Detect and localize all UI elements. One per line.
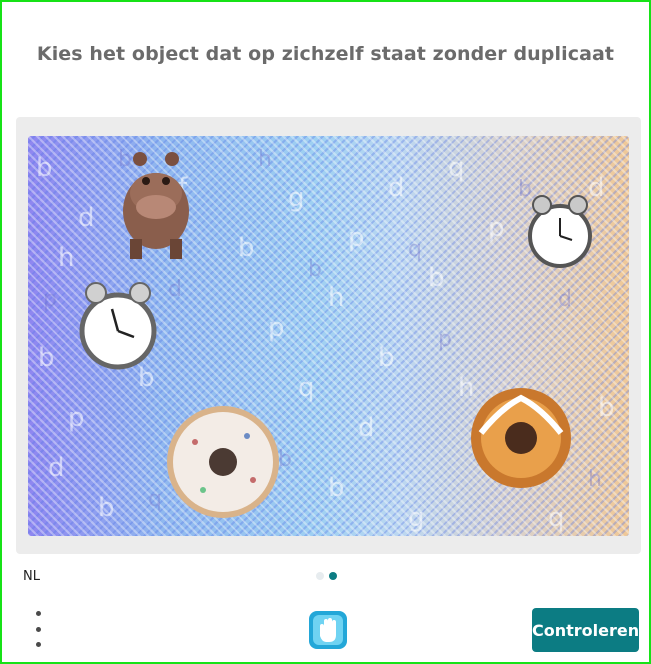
svg-text:b: b: [308, 257, 322, 282]
more-vertical-icon[interactable]: [28, 611, 48, 647]
svg-text:b: b: [118, 147, 132, 172]
svg-text:h: h: [328, 283, 344, 313]
svg-text:b: b: [278, 447, 292, 472]
svg-text:d: d: [388, 173, 405, 203]
svg-text:b: b: [238, 233, 255, 263]
challenge-stage: bdh qbp dbf bgp hdq bpb qdh pbg dbq bdp …: [16, 117, 641, 554]
svg-text:d: d: [168, 277, 182, 302]
svg-text:b: b: [38, 343, 55, 373]
svg-text:b: b: [328, 473, 345, 503]
challenge-image-canvas: bdh qbp dbf bgp hdq bpb qdh pbg dbq bdp …: [36, 147, 615, 533]
svg-text:d: d: [78, 203, 95, 233]
svg-text:q: q: [408, 237, 422, 262]
hippo-object[interactable]: [123, 152, 189, 259]
svg-text:p: p: [268, 313, 285, 343]
svg-text:h: h: [458, 373, 474, 403]
alarm-clock-left-object[interactable]: [79, 282, 157, 370]
hand-logo-icon: [307, 609, 349, 651]
svg-text:g: g: [408, 503, 425, 533]
svg-text:b: b: [518, 177, 532, 202]
menu-dot: [35, 642, 41, 647]
svg-text:b: b: [598, 393, 615, 423]
svg-text:h: h: [588, 467, 602, 492]
menu-dot: [35, 611, 41, 616]
svg-text:d: d: [558, 287, 572, 312]
svg-text:p: p: [488, 213, 505, 243]
svg-text:b: b: [138, 363, 155, 393]
svg-text:d: d: [48, 453, 65, 483]
page-indicator: [316, 572, 337, 580]
svg-text:q: q: [548, 503, 565, 533]
svg-text:p: p: [348, 223, 365, 253]
svg-text:b: b: [36, 153, 53, 183]
svg-text:q: q: [298, 373, 315, 403]
svg-text:h: h: [58, 243, 74, 273]
page-dot-2: [329, 572, 337, 580]
svg-text:h: h: [258, 147, 272, 172]
language-selector[interactable]: NL: [23, 569, 40, 584]
captcha-frame: Kies het object dat op zichzelf staat zo…: [0, 0, 651, 664]
check-button[interactable]: Controleren: [532, 608, 639, 652]
svg-text:q: q: [448, 153, 465, 183]
svg-text:q: q: [148, 487, 162, 512]
svg-text:d: d: [358, 413, 375, 443]
svg-text:d: d: [588, 173, 605, 203]
donut-right-object[interactable]: [471, 388, 571, 488]
page-dot-1: [316, 572, 324, 580]
challenge-image[interactable]: bdh qbp dbf bgp hdq bpb qdh pbg dbq bdp …: [28, 136, 629, 536]
svg-text:b: b: [98, 493, 115, 523]
svg-text:b: b: [378, 343, 395, 373]
svg-text:p: p: [438, 327, 452, 352]
svg-text:p: p: [43, 287, 57, 312]
svg-text:b: b: [428, 263, 445, 293]
donut-left-object[interactable]: [167, 406, 279, 518]
svg-text:g: g: [288, 183, 305, 213]
prompt-title: Kies het object dat op zichzelf staat zo…: [36, 43, 615, 65]
menu-dot: [35, 626, 41, 632]
alarm-clock-right-object[interactable]: [528, 195, 592, 268]
svg-text:p: p: [68, 403, 85, 433]
